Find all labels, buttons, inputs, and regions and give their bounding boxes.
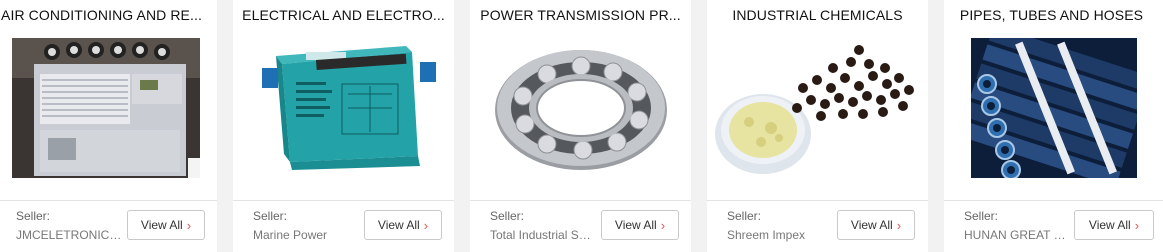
view-all-button[interactable]: View All ›	[601, 210, 679, 240]
chevron-right-icon: ›	[1134, 217, 1140, 233]
card-title[interactable]: ELECTRICAL AND ELECTRO...	[233, 7, 454, 23]
card-title[interactable]: POWER TRANSMISSION PR...	[470, 7, 691, 23]
category-card-industrial-chemicals[interactable]: INDUSTRIAL CHEMICALS Seller: Shreem Impe…	[707, 0, 928, 252]
seller-name[interactable]: Marine Power	[253, 228, 359, 242]
chevron-right-icon: ›	[896, 217, 902, 233]
category-card-air-conditioning[interactable]: AIR CONDITIONING AND RE... Seller: JMCEL…	[0, 0, 217, 252]
view-all-button[interactable]: View All ›	[364, 210, 442, 240]
seller-name[interactable]: HUNAN GREAT ST...	[964, 228, 1070, 242]
category-card-electrical[interactable]: ELECTRICAL AND ELECTRO... Seller: Marine…	[233, 0, 454, 252]
card-footer: Seller: JMCELETRONICSL... View All ›	[0, 200, 217, 252]
card-title[interactable]: INDUSTRIAL CHEMICALS	[707, 7, 928, 23]
card-footer: Seller: HUNAN GREAT ST... View All ›	[944, 200, 1163, 252]
seller-label: Seller:	[727, 209, 762, 223]
seller-label: Seller:	[16, 209, 51, 223]
card-footer: Seller: Marine Power View All ›	[233, 200, 454, 252]
view-all-button[interactable]: View All ›	[127, 210, 205, 240]
view-all-label: View All	[140, 218, 183, 232]
card-title[interactable]: PIPES, TUBES AND HOSES	[944, 7, 1159, 23]
seller-name[interactable]: Total Industrial Sol...	[490, 228, 596, 242]
card-footer: Seller: Shreem Impex View All ›	[707, 200, 928, 252]
seller-label: Seller:	[253, 209, 288, 223]
seller-label: Seller:	[490, 209, 525, 223]
view-all-label: View All	[850, 218, 893, 232]
chevron-right-icon: ›	[423, 217, 429, 233]
chevron-right-icon: ›	[660, 217, 666, 233]
view-all-label: View All	[614, 218, 657, 232]
category-card-power-transmission[interactable]: POWER TRANSMISSION PR... Seller: Total I…	[470, 0, 691, 252]
air-conditioner-image[interactable]	[12, 38, 200, 178]
category-card-pipes-tubes-hoses[interactable]: PIPES, TUBES AND HOSES Seller: HUNAN GRE…	[944, 0, 1163, 252]
ball-bearing-image[interactable]	[482, 38, 679, 178]
view-all-label: View All	[377, 218, 420, 232]
seller-name[interactable]: Shreem Impex	[727, 228, 833, 242]
seller-label: Seller:	[964, 209, 999, 223]
chevron-right-icon: ›	[186, 217, 192, 233]
seller-name[interactable]: JMCELETRONICSL...	[16, 228, 122, 242]
view-all-button[interactable]: View All ›	[1074, 210, 1154, 240]
steel-pipes-image[interactable]	[971, 38, 1137, 178]
electrical-module-image[interactable]	[245, 38, 442, 178]
view-all-button[interactable]: View All ›	[837, 210, 915, 240]
card-footer: Seller: Total Industrial Sol... View All…	[470, 200, 691, 252]
view-all-label: View All	[1088, 218, 1131, 232]
chemical-powder-image[interactable]	[712, 38, 923, 178]
card-title[interactable]: AIR CONDITIONING AND RE...	[0, 7, 203, 23]
